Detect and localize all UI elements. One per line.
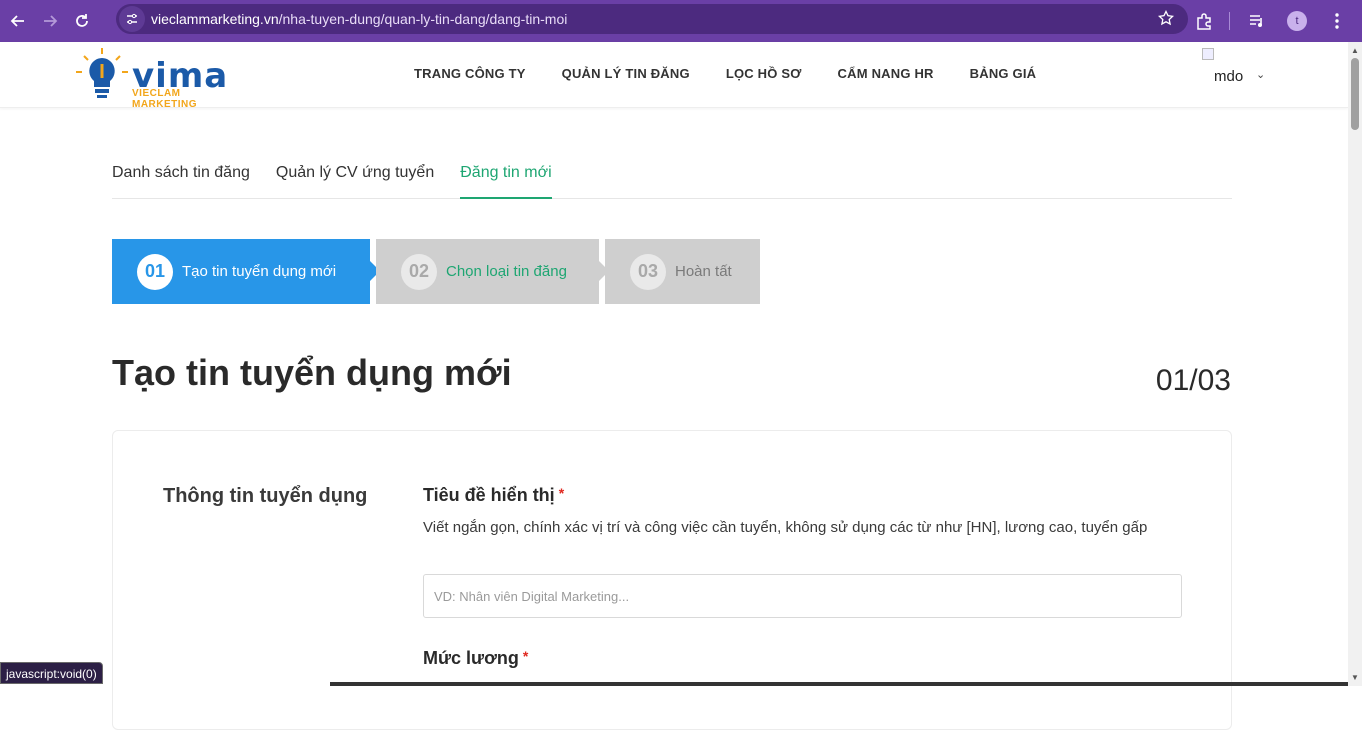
nav-cam-nang-hr[interactable]: CẨM NANG HR: [838, 66, 934, 81]
nav-loc-ho-so[interactable]: LỌC HỒ SƠ: [726, 66, 802, 81]
main-nav: TRANG CÔNG TY QUẢN LÝ TIN ĐĂNG LỌC HỒ SƠ…: [414, 66, 1072, 81]
profile-avatar[interactable]: t: [1282, 6, 1312, 36]
chevron-down-icon: ⌄: [1256, 69, 1266, 81]
toolbar-divider: [1229, 12, 1230, 30]
profile-initial: t: [1287, 11, 1307, 31]
scroll-up-icon[interactable]: ▲: [1351, 46, 1359, 55]
section-title: Thông tin tuyển dụng: [163, 485, 368, 507]
url-text[interactable]: vieclammarketing.vn/nha-tuyen-dung/quan-…: [151, 11, 567, 27]
required-mark: *: [558, 485, 565, 501]
step-2-label: Chọn loại tin đăng: [446, 263, 567, 280]
forward-icon[interactable]: [36, 7, 64, 35]
page-scrollbar[interactable]: ▲ ▼: [1348, 42, 1362, 686]
posting-tabs: Danh sách tin đăng Quản lý CV ứng tuyển …: [112, 160, 1232, 199]
user-avatar-broken-image-icon: [1202, 48, 1214, 60]
browser-toolbar: vieclammarketing.vn/nha-tuyen-dung/quan-…: [0, 0, 1362, 42]
step-2-number: 02: [401, 253, 437, 290]
title-label-text: Tiêu đề hiển thị: [423, 485, 555, 505]
user-name: mdo: [1214, 68, 1244, 85]
step-1-number: 01: [137, 253, 173, 290]
nav-trang-cong-ty[interactable]: TRANG CÔNG TY: [414, 66, 526, 81]
taskbar-strip: [330, 682, 1348, 686]
address-bar[interactable]: vieclammarketing.vn/nha-tuyen-dung/quan-…: [116, 4, 1188, 34]
site-logo[interactable]: vima VIECLAM MARKETING: [72, 48, 242, 110]
step-1-label: Tạo tin tuyển dụng mới: [182, 263, 337, 280]
user-menu[interactable]: mdo ⌄: [1200, 46, 1280, 96]
tab-danh-sach-tin-dang[interactable]: Danh sách tin đăng: [112, 160, 250, 199]
title-help-text: Viết ngắn gọn, chính xác vị trí và công …: [423, 519, 1148, 536]
logo-subtitle: VIECLAM MARKETING: [132, 88, 198, 110]
salary-field-label: Mức lương *: [423, 648, 528, 669]
step-1: 01 Tạo tin tuyển dụng mới: [112, 239, 370, 304]
step-2: 02 Chọn loại tin đăng: [376, 239, 599, 304]
tab-dang-tin-moi[interactable]: Đăng tin mới: [460, 160, 552, 199]
media-control-icon[interactable]: [1242, 6, 1272, 36]
link-status-bar: javascript:void(0): [0, 662, 103, 684]
step-3-label: Hoàn tất: [675, 263, 732, 280]
required-mark: *: [522, 648, 529, 664]
job-title-input[interactable]: [423, 574, 1182, 618]
nav-bang-gia[interactable]: BẢNG GIÁ: [970, 66, 1037, 81]
scroll-down-icon[interactable]: ▼: [1351, 673, 1359, 682]
scrollbar-thumb[interactable]: [1351, 58, 1359, 130]
bookmark-star-icon[interactable]: [1157, 9, 1175, 31]
site-header: vima VIECLAM MARKETING TRANG CÔNG TY QUẢ…: [0, 42, 1348, 110]
title-field-label: Tiêu đề hiển thị *: [423, 485, 564, 506]
salary-label-text: Mức lương: [423, 648, 519, 668]
lightbulb-logo-icon: [76, 48, 128, 98]
step-3: 03 Hoàn tất: [605, 239, 760, 304]
reload-icon[interactable]: [68, 7, 96, 35]
tab-quan-ly-cv[interactable]: Quản lý CV ứng tuyển: [276, 160, 434, 199]
site-settings-icon[interactable]: [119, 6, 145, 32]
browser-menu-icon[interactable]: [1322, 6, 1352, 36]
back-icon[interactable]: [4, 7, 32, 35]
nav-quan-ly-tin-dang[interactable]: QUẢN LÝ TIN ĐĂNG: [562, 66, 690, 81]
step-3-number: 03: [630, 253, 666, 290]
step-counter: 01/03: [1155, 364, 1231, 397]
page-title: Tạo tin tuyển dụng mới: [112, 352, 512, 393]
extensions-icon[interactable]: [1189, 6, 1219, 36]
